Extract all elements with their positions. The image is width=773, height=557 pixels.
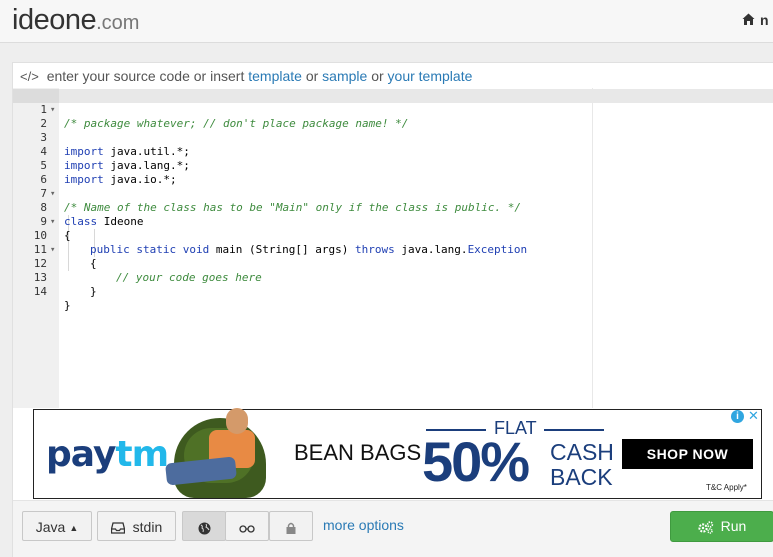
code-editor[interactable]: 1 ▾ /* package whatever; // don't place p… <box>13 88 773 408</box>
paytm-ad-banner[interactable]: paytm BEAN BAGS FLAT 50% CASH BACK SHOP N… <box>33 408 762 499</box>
code-line-1: 1 ▾ /* package whatever; // don't place p… <box>13 89 773 130</box>
code-line-10: 10 public static void main (String[] arg… <box>13 215 773 256</box>
paytm-logo-accent: tm <box>115 434 169 475</box>
shop-now-button[interactable]: SHOP NOW <box>622 439 753 469</box>
visibility-private-button[interactable] <box>269 511 313 541</box>
hint-or-2: or <box>371 68 384 84</box>
ad-terms: T&C Apply* <box>706 483 747 492</box>
top-bar: ideone.com n <box>0 0 773 43</box>
code-line-6: 6 <box>13 159 773 186</box>
code-line-2: 2 <box>13 103 773 130</box>
bottom-toolbar: Java ▲ stdin more options Run <box>13 500 773 557</box>
paytm-logo-main: pay <box>46 434 116 475</box>
code-icon: </> <box>20 69 39 84</box>
code-line-3: 3 import java.util.*; <box>13 117 773 158</box>
stdin-button[interactable]: stdin <box>97 511 176 541</box>
language-label: Java <box>35 519 66 535</box>
ad-cash-text: CASH <box>550 439 614 465</box>
sample-link[interactable]: sample <box>322 68 367 84</box>
more-options-link[interactable]: more options <box>323 517 404 533</box>
code-line-13: 13 } <box>13 257 773 298</box>
visibility-hidden-button[interactable] <box>225 511 269 541</box>
paytm-logo: paytm <box>46 434 169 475</box>
flat-rule-right <box>544 429 604 431</box>
template-link[interactable]: template <box>248 68 302 84</box>
person-head <box>226 408 248 434</box>
code-line-12: 12 // your code goes here <box>13 243 773 284</box>
code-text: } <box>64 299 71 312</box>
ad-back-text: BACK <box>550 464 613 490</box>
code-line-5: 5 import java.io.*; <box>13 145 773 186</box>
hint-prefix: enter your source code or insert <box>46 68 245 84</box>
lock-icon <box>286 523 296 535</box>
code-line-11: 11 ▾ { <box>13 229 773 270</box>
gears-icon <box>698 521 713 534</box>
ad-close-icon[interactable]: ✕ <box>747 409 760 423</box>
glasses-icon <box>239 525 255 533</box>
stdin-label: stdin <box>132 519 163 535</box>
code-line-8: 8 class Ideone <box>13 187 773 228</box>
visibility-public-button[interactable] <box>182 511 226 541</box>
code-line-7: 7 ▾ /* Name of the class has to be "Main"… <box>13 173 773 214</box>
home-label: n <box>760 12 769 28</box>
run-button[interactable]: Run <box>670 511 773 542</box>
ad-info-icon[interactable]: i <box>731 410 744 423</box>
code-line-14: 14 } <box>13 271 773 312</box>
source-hint: </> enter your source code or insert tem… <box>20 68 472 84</box>
code-line-9: 9 ▾ { <box>13 201 773 242</box>
ad-choices: i ✕ <box>731 409 761 424</box>
ad-cashback: CASH BACK <box>550 440 614 490</box>
logo-domain: .com <box>96 12 140 34</box>
hint-or-1: or <box>305 68 319 84</box>
run-label: Run <box>720 518 747 534</box>
inbox-icon <box>110 522 125 534</box>
caret-up-icon: ▲ <box>69 523 79 533</box>
home-icon <box>742 13 755 25</box>
ideone-logo[interactable]: ideone.com <box>12 4 139 37</box>
code-line-4: 4 import java.lang.*; <box>13 131 773 172</box>
code-text: } <box>90 285 97 298</box>
line-number: 14 <box>33 285 47 298</box>
home-link[interactable]: n <box>742 12 769 28</box>
source-panel: </> enter your source code or insert tem… <box>12 62 773 557</box>
logo-main: ideone <box>12 4 97 36</box>
your-template-link[interactable]: your template <box>388 68 473 84</box>
ad-product-text: BEAN BAGS <box>294 440 422 465</box>
globe-icon <box>198 522 210 535</box>
ad-percent: 50% <box>422 430 530 493</box>
language-select[interactable]: Java ▲ <box>22 511 92 541</box>
